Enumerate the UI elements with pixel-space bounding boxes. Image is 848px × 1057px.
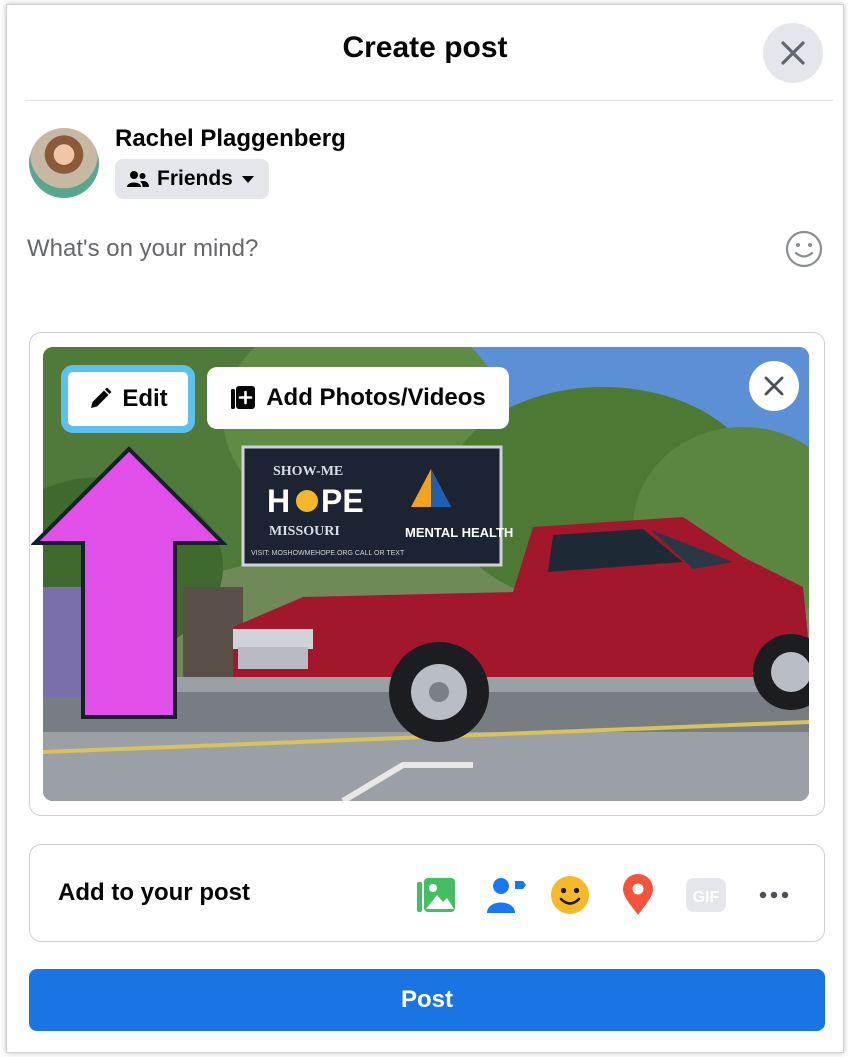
location-pin-icon — [623, 874, 653, 915]
post-button[interactable]: Post — [29, 969, 825, 1031]
gif-button[interactable]: GIF — [684, 873, 728, 917]
pencil-icon — [91, 387, 112, 408]
gif-icon: GIF — [686, 878, 726, 912]
edit-photo-button[interactable]: Edit — [61, 365, 195, 433]
more-icon — [759, 891, 789, 899]
tag-people-button[interactable] — [484, 873, 528, 917]
close-button[interactable] — [763, 23, 823, 83]
annotation-arrow-up — [31, 446, 227, 719]
sign-right: MENTAL HEALTH — [405, 525, 513, 540]
post-text-input[interactable] — [27, 227, 747, 271]
caret-down-icon — [241, 176, 254, 183]
gif-text: GIF — [693, 889, 720, 906]
avatar — [29, 128, 99, 198]
dialog-header: Create post — [7, 5, 843, 101]
sign-line-2b: PE — [321, 483, 364, 519]
add-media-icon — [231, 386, 256, 409]
add-to-post-bar: Add to your post GIF — [29, 844, 825, 942]
check-in-button[interactable] — [616, 873, 660, 917]
feeling-icon — [551, 876, 589, 914]
close-icon — [781, 41, 805, 65]
feeling-activity-button[interactable] — [548, 873, 592, 917]
close-icon — [764, 376, 784, 396]
smiley-icon — [785, 230, 823, 268]
edit-label: Edit — [122, 385, 168, 412]
sign-line-3: MISSOURI — [269, 524, 340, 539]
dialog-title: Create post — [342, 31, 508, 64]
remove-photo-button[interactable] — [749, 361, 799, 411]
header-divider — [25, 100, 833, 101]
create-post-dialog: Create post Rachel Plaggenberg Friends W… — [6, 4, 844, 1053]
audience-label: Friends — [157, 167, 233, 190]
add-photos-videos-button[interactable]: Add Photos/Videos — [207, 367, 509, 429]
add-to-post-label: Add to your post — [58, 879, 250, 906]
friends-icon — [127, 171, 149, 187]
more-options-button[interactable] — [752, 873, 796, 917]
user-name: Rachel Plaggenberg — [115, 125, 346, 152]
photo-video-button[interactable] — [414, 873, 458, 917]
sign-bottom: VISIT: MOSHOWMEHOPE.ORG CALL OR TEXT — [251, 550, 405, 557]
emoji-button[interactable] — [784, 229, 824, 269]
sign-line-1: SHOW-ME — [273, 464, 343, 479]
photo-video-icon — [417, 878, 455, 912]
audience-selector[interactable]: Friends — [115, 159, 269, 199]
add-media-label: Add Photos/Videos — [266, 384, 486, 411]
tag-people-icon — [487, 878, 526, 913]
sign-line-2a: H — [267, 483, 290, 519]
